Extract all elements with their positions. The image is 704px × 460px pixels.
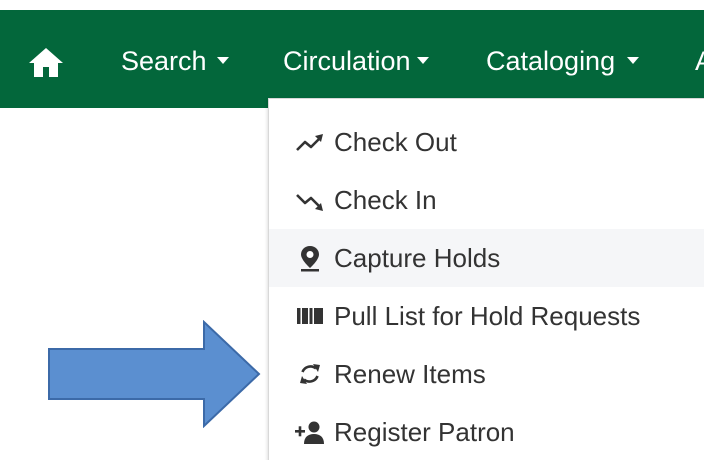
- barcode-icon: [297, 308, 323, 324]
- map-pin-icon: [301, 246, 319, 272]
- nav-cataloging[interactable]: Cataloging: [486, 44, 640, 78]
- menu-item-pull-list[interactable]: Pull List for Hold Requests: [269, 287, 704, 345]
- home-icon[interactable]: [27, 46, 65, 78]
- menu-item-check-out[interactable]: Check Out: [269, 113, 704, 171]
- add-user-icon: [295, 421, 324, 444]
- caret-down-icon: [216, 57, 229, 65]
- trending-up-icon: [296, 134, 323, 151]
- menu-item-label: Renew Items: [334, 359, 486, 389]
- nav-item-clipped[interactable]: A: [695, 44, 704, 78]
- menu-item-capture-holds[interactable]: Capture Holds: [269, 229, 704, 287]
- menu-item-label: Check Out: [334, 127, 457, 157]
- trending-down-icon: [296, 194, 323, 211]
- refresh-icon: [300, 364, 320, 384]
- menu-item-check-in[interactable]: Check In: [269, 171, 704, 229]
- screenshot: Search Circulation Cataloging A Check Ou…: [0, 0, 704, 460]
- nav-search-label: Search: [121, 46, 207, 76]
- menu-item-register-patron[interactable]: Register Patron: [269, 403, 704, 460]
- menu-item-label: Capture Holds: [334, 243, 501, 273]
- right-arrow-icon: [48, 320, 261, 428]
- caret-down-icon: [416, 57, 429, 65]
- nav-search[interactable]: Search: [121, 44, 229, 78]
- nav-circulation-label: Circulation: [283, 46, 411, 76]
- menu-item-label: Check In: [334, 185, 437, 215]
- menu-item-label: Pull List for Hold Requests: [334, 301, 641, 331]
- nav-circulation[interactable]: Circulation: [283, 44, 429, 78]
- circulation-dropdown-menu: Check Out Check In Capture Holds Pull Li…: [268, 98, 704, 460]
- caret-down-icon: [627, 57, 640, 65]
- menu-item-renew-items[interactable]: Renew Items: [269, 345, 704, 403]
- top-navbar: Search Circulation Cataloging A: [0, 10, 704, 108]
- nav-cataloging-label: Cataloging: [486, 46, 616, 76]
- menu-item-label: Register Patron: [334, 417, 515, 447]
